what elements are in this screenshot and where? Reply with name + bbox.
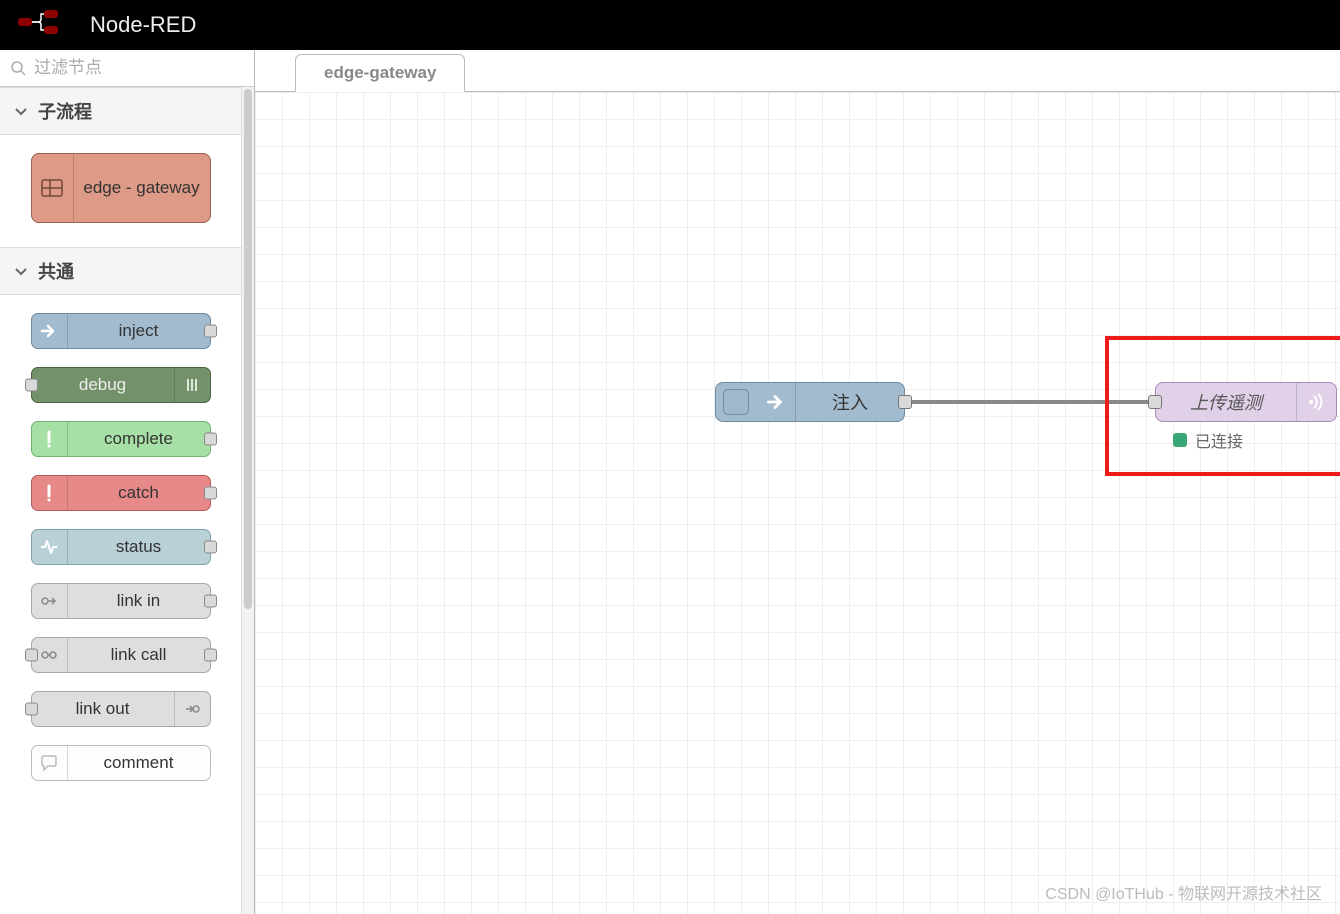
debug-icon <box>174 368 210 402</box>
palette-node-inject[interactable]: inject <box>31 313 211 349</box>
link-out-icon <box>174 692 210 726</box>
palette-node-comment[interactable]: comment <box>31 745 211 781</box>
chevron-down-icon <box>14 264 28 278</box>
palette-node-label: debug <box>32 375 174 395</box>
output-port[interactable] <box>204 325 217 338</box>
tab-edge-gateway[interactable]: edge-gateway <box>295 54 465 92</box>
palette-node-label: complete <box>68 429 210 449</box>
pulse-icon <box>32 530 68 564</box>
app-title: Node-RED <box>90 12 196 38</box>
output-port[interactable] <box>204 595 217 608</box>
output-port[interactable] <box>898 395 912 409</box>
arrow-right-icon <box>756 383 796 421</box>
category-label: 子流程 <box>38 98 92 124</box>
palette-category-subflows[interactable]: 子流程 <box>0 87 241 135</box>
search-icon <box>10 60 26 76</box>
palette-node-label: link in <box>68 591 210 611</box>
palette-node-label: edge - gateway <box>74 173 210 203</box>
exclamation-icon <box>32 476 68 510</box>
watermark-text: CSDN @IoTHub - 物联网开源技术社区 <box>1045 880 1322 904</box>
flow-node-inject[interactable]: 注入 <box>715 382 905 422</box>
exclamation-icon <box>32 422 68 456</box>
palette-node-label: status <box>68 537 210 557</box>
chevron-down-icon <box>14 104 28 118</box>
palette-node-label: link out <box>32 699 174 719</box>
input-port[interactable] <box>25 703 38 716</box>
palette-node-label: comment <box>68 753 210 773</box>
palette-filter[interactable] <box>0 50 254 87</box>
palette-panel: 子流程 edge - gateway 共通 <box>0 50 255 914</box>
output-port[interactable] <box>204 487 217 500</box>
palette-node-complete[interactable]: complete <box>31 421 211 457</box>
palette-node-link-in[interactable]: link in <box>31 583 211 619</box>
tab-label: edge-gateway <box>324 63 436 83</box>
subflow-icon <box>32 154 74 222</box>
comment-icon <box>32 746 68 780</box>
app-header: Node-RED <box>0 0 1340 50</box>
input-port[interactable] <box>25 379 38 392</box>
palette-node-label: inject <box>68 321 210 341</box>
workspace: edge-gateway 注入 上传遥测 <box>255 50 1340 914</box>
annotation-highlight <box>1105 336 1340 476</box>
inject-button[interactable] <box>716 383 756 421</box>
palette-node-link-out[interactable]: link out <box>31 691 211 727</box>
flow-node-label: 注入 <box>796 389 904 415</box>
flow-canvas[interactable]: 注入 上传遥测 已连接 <box>255 92 1340 914</box>
flow-tabs: edge-gateway <box>255 50 1340 92</box>
arrow-right-icon <box>32 314 68 348</box>
node-red-logo-icon <box>18 10 76 40</box>
palette-node-status[interactable]: status <box>31 529 211 565</box>
palette-filter-input[interactable] <box>34 58 244 78</box>
output-port[interactable] <box>204 649 217 662</box>
category-label: 共通 <box>38 258 74 284</box>
canvas-grid <box>255 92 1340 914</box>
output-port[interactable] <box>204 541 217 554</box>
palette-node-label: catch <box>68 483 210 503</box>
link-in-icon <box>32 584 68 618</box>
palette-node-link-call[interactable]: link call <box>31 637 211 673</box>
palette-node-debug[interactable]: debug <box>31 367 211 403</box>
output-port[interactable] <box>204 433 217 446</box>
palette-node-edge-gateway[interactable]: edge - gateway <box>31 153 211 223</box>
palette-node-catch[interactable]: catch <box>31 475 211 511</box>
palette-scrollbar[interactable] <box>241 87 254 914</box>
palette-node-label: link call <box>68 645 210 665</box>
palette-category-common[interactable]: 共通 <box>0 247 241 295</box>
scrollbar-thumb[interactable] <box>244 89 252 609</box>
input-port[interactable] <box>25 649 38 662</box>
